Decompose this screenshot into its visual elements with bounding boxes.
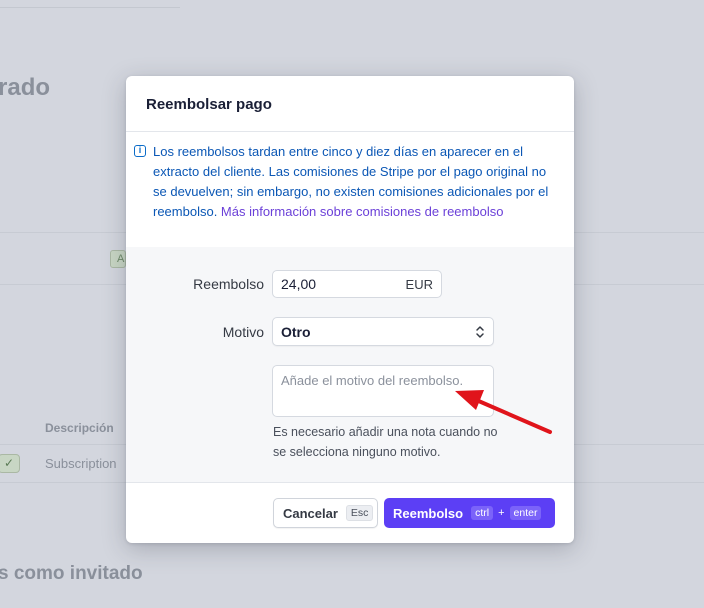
ctrl-shortcut-badge: ctrl bbox=[471, 506, 494, 520]
info-icon: i bbox=[134, 145, 146, 157]
modal-title: Reembolsar pago bbox=[146, 96, 272, 113]
enter-shortcut-badge: enter bbox=[509, 506, 542, 520]
refund-button[interactable]: Reembolso ctrl + enter bbox=[384, 498, 555, 528]
info-notice: i Los reembolsos tardan entre cinco y di… bbox=[126, 132, 574, 232]
background-table-cell: Subscription bbox=[45, 456, 117, 471]
reason-label: Motivo bbox=[222, 324, 264, 340]
background-column-header: Descripción bbox=[45, 421, 114, 435]
reason-selected-value: Otro bbox=[281, 323, 311, 340]
cancel-button-label: Cancelar bbox=[283, 505, 338, 521]
currency-label: EUR bbox=[405, 276, 433, 292]
fees-info-link[interactable]: Más información sobre comisiones de reem… bbox=[221, 204, 504, 219]
note-hint: Es necesario añadir una nota cuando no s… bbox=[273, 425, 498, 459]
modal-header: Reembolsar pago bbox=[126, 76, 574, 132]
background-check-icon: ✓ bbox=[0, 454, 20, 473]
amount-value: 24,00 bbox=[281, 276, 317, 292]
background-status-badge: A bbox=[110, 250, 126, 268]
amount-input[interactable]: 24,00 EUR bbox=[272, 270, 442, 298]
background-page-title: rado bbox=[0, 74, 51, 101]
refund-form: Reembolso 24,00 EUR Motivo Otro Añade el… bbox=[126, 247, 574, 483]
refund-button-label: Reembolso bbox=[393, 505, 464, 521]
esc-shortcut-badge: Esc bbox=[345, 505, 374, 521]
shortcut-plus: + bbox=[498, 507, 505, 519]
reason-note-textarea[interactable]: Añade el motivo del reembolso. bbox=[272, 365, 494, 417]
refund-modal: Reembolsar pago i Los reembolsos tardan … bbox=[126, 76, 574, 543]
background-divider bbox=[0, 0, 180, 8]
modal-footer: Cancelar Esc Reembolso ctrl + enter bbox=[126, 483, 574, 543]
reason-select[interactable]: Otro bbox=[272, 317, 494, 346]
chevron-up-down-icon bbox=[475, 325, 485, 339]
amount-label: Reembolso bbox=[193, 276, 264, 292]
background-section-title: s como invitado bbox=[0, 563, 143, 584]
cancel-button[interactable]: Cancelar Esc bbox=[273, 498, 378, 528]
notice-text: Los reembolsos tardan entre cinco y diez… bbox=[153, 142, 558, 222]
